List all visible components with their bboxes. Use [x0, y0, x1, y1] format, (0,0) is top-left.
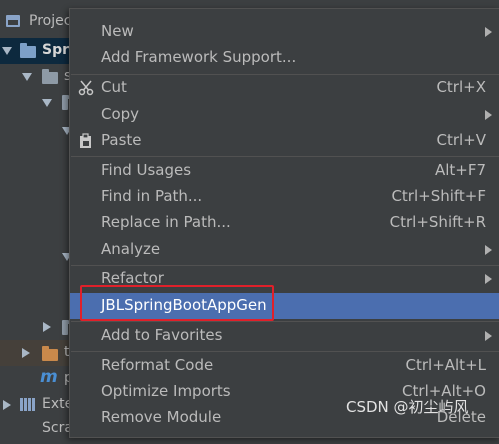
menu-label-optimize-imports: Optimize Imports [101, 382, 231, 400]
clipboard-icon [80, 133, 91, 148]
expand-arrow-icon[interactable] [42, 99, 52, 107]
submenu-arrow-icon [485, 331, 492, 341]
menu-label-cut: Cut [101, 78, 127, 96]
menu-label-find-usages: Find Usages [101, 161, 192, 179]
menu-label-new: New [101, 22, 134, 40]
project-window-icon [6, 15, 20, 27]
menu-item-analyze[interactable]: Analyze [70, 237, 499, 263]
menu-label-analyze: Analyze [101, 240, 161, 258]
context-menu: New Add Framework Support... Cut Ctrl+X … [69, 8, 499, 438]
shortcut-reformat-code: Ctrl+Alt+L [405, 356, 487, 374]
menu-label-copy: Copy [101, 105, 140, 123]
menu-item-reformat-code[interactable]: Reformat Code Ctrl+Alt+L [70, 353, 499, 379]
expand-arrow-icon[interactable] [2, 47, 12, 55]
menu-label-remove-module: Remove Module [101, 408, 222, 426]
expand-arrow-icon[interactable] [22, 73, 32, 81]
submenu-arrow-icon [485, 110, 492, 120]
collapse-arrow-icon[interactable] [22, 348, 30, 358]
project-panel-title[interactable]: Projec [29, 13, 71, 29]
menu-separator [71, 321, 499, 322]
folder-icon [62, 320, 69, 335]
menu-item-cut[interactable]: Cut Ctrl+X [70, 75, 499, 101]
menu-label-add-framework-support: Add Framework Support... [101, 48, 297, 66]
menu-item-replace-in-path[interactable]: Replace in Path... Ctrl+Shift+R [70, 210, 499, 236]
menu-item-paste[interactable]: Paste Ctrl+V [70, 128, 499, 154]
submenu-arrow-icon [485, 245, 492, 255]
menu-label-reformat-code: Reformat Code [101, 356, 214, 374]
excluded-folder-icon [42, 346, 58, 361]
shortcut-replace-in-path: Ctrl+Shift+R [389, 213, 486, 231]
menu-label-replace-in-path: Replace in Path... [101, 213, 231, 231]
menu-item-copy[interactable]: Copy [70, 102, 499, 128]
menu-label-paste: Paste [101, 131, 142, 149]
menu-item-add-to-favorites[interactable]: Add to Favorites [70, 323, 499, 349]
scissors-icon [78, 80, 94, 96]
menu-item-add-framework-support[interactable]: Add Framework Support... [70, 45, 499, 71]
annotation-highlight-box [80, 285, 274, 321]
shortcut-cut: Ctrl+X [436, 78, 486, 96]
shortcut-find-usages: Alt+F7 [434, 161, 486, 179]
collapse-arrow-icon[interactable] [43, 322, 51, 332]
watermark: CSDN @初尘屿风 [346, 398, 469, 416]
folder-icon [42, 69, 58, 84]
folder-icon [62, 95, 69, 110]
shortcut-find-in-path: Ctrl+Shift+F [391, 187, 486, 205]
menu-item-find-in-path[interactable]: Find in Path... Ctrl+Shift+F [70, 184, 499, 210]
menu-separator [71, 156, 499, 157]
collapse-arrow-icon[interactable] [3, 400, 11, 410]
menu-label-add-to-favorites: Add to Favorites [101, 326, 223, 344]
module-folder-icon [20, 43, 36, 58]
menu-item-new[interactable]: New [70, 19, 499, 45]
menu-separator [71, 351, 499, 352]
shortcut-paste: Ctrl+V [436, 131, 486, 149]
maven-icon: m [40, 367, 58, 387]
submenu-arrow-icon [485, 27, 492, 37]
libraries-icon [20, 398, 23, 411]
menu-item-find-usages[interactable]: Find Usages Alt+F7 [70, 158, 499, 184]
menu-label-find-in-path: Find in Path... [101, 187, 203, 205]
submenu-arrow-icon [485, 274, 492, 284]
